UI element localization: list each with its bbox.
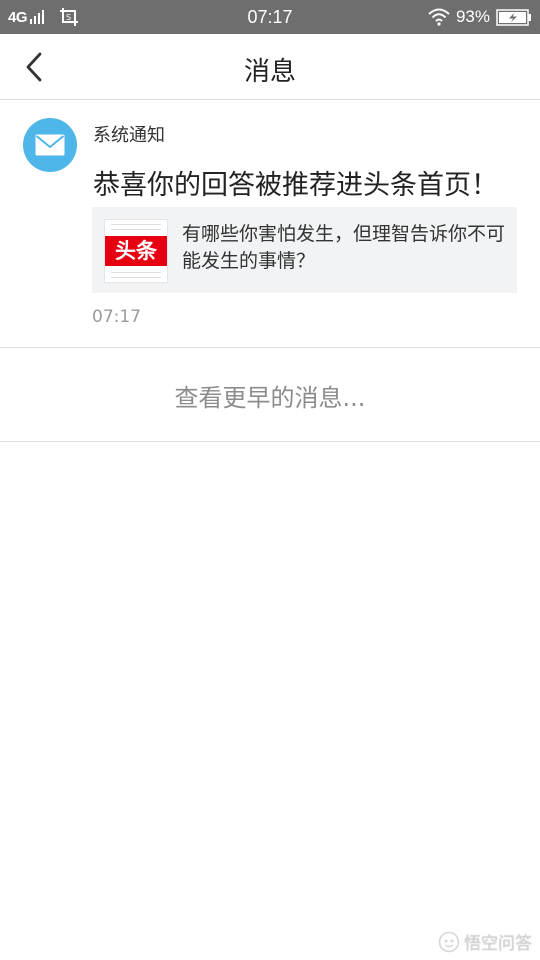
battery-percent: 93%	[455, 7, 490, 26]
watermark: 悟空问答	[438, 929, 532, 954]
message-time: 07:17	[92, 307, 141, 327]
status-right: 93%	[428, 0, 532, 34]
page-title: 消息	[243, 57, 296, 87]
linked-question-card[interactable]: 头条 有哪些你害怕发生，但理智告诉你不可能发生的事情？	[92, 207, 517, 293]
status-bar: 4G S 07:17 93%	[0, 0, 540, 34]
question-title: 有哪些你害怕发生，但理智告诉你不可能发生的事情？	[182, 223, 506, 272]
wukong-logo-icon	[438, 931, 460, 952]
app-header: 消息	[0, 34, 540, 100]
avatar	[23, 118, 77, 172]
load-earlier-label: 查看更早的消息...	[174, 383, 366, 412]
mail-icon	[35, 134, 65, 156]
toutiao-logo: 头条	[105, 236, 167, 266]
message-text: 恭喜你的回答被推荐进头条首页！	[93, 170, 498, 201]
wifi-icon	[428, 8, 450, 26]
load-earlier-button[interactable]: 查看更早的消息...	[0, 349, 540, 442]
watermark-text: 悟空问答	[464, 934, 532, 954]
battery-charging-icon	[496, 8, 531, 26]
message-item[interactable]: 系统通知 恭喜你的回答被推荐进头条首页！ 头条 有哪些你害怕发生，但理智告诉你不…	[0, 101, 540, 348]
toutiao-thumbnail: 头条	[104, 219, 168, 283]
sender-name: 系统通知	[93, 125, 165, 146]
